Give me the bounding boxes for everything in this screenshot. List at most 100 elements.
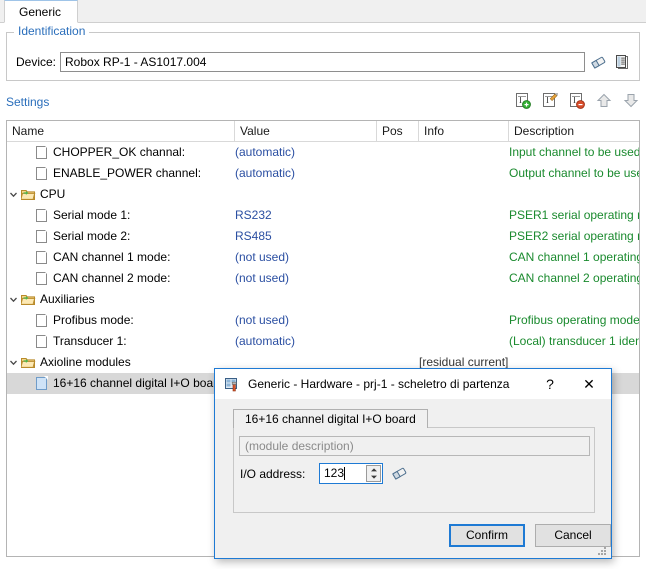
- edit-item-button[interactable]: I: [541, 92, 559, 110]
- cell-description: CAN channel 2 operating ...: [509, 271, 640, 285]
- cell-name: Serial mode 2:: [7, 226, 235, 247]
- table-row[interactable]: CPU: [7, 184, 639, 205]
- row-name-text: Auxiliaries: [40, 292, 95, 306]
- cell-value: (not used): [235, 271, 290, 285]
- device-input[interactable]: Robox RP-1 - AS1017.004: [60, 52, 585, 72]
- io-address-spinner[interactable]: 123: [319, 463, 383, 484]
- cell-info: [419, 289, 509, 310]
- cell-info: [419, 226, 509, 247]
- cell-pos: [377, 247, 419, 268]
- close-icon[interactable]: ✕: [567, 370, 611, 399]
- dialog-help-button[interactable]: ?: [533, 370, 567, 399]
- confirm-button[interactable]: Confirm: [449, 524, 525, 547]
- table-row[interactable]: CAN channel 2 mode: (not used) CAN channel…: [7, 268, 639, 289]
- move-up-button[interactable]: [595, 92, 613, 110]
- document-icon-wrap: [33, 247, 50, 268]
- column-header-name[interactable]: Name: [7, 121, 235, 141]
- cell-value: RS485: [235, 229, 272, 243]
- add-item-button[interactable]: I: [514, 92, 532, 110]
- row-name-text: Transducer 1:: [53, 334, 127, 348]
- table-header: Name Value Pos Info Description: [7, 121, 639, 142]
- table-row[interactable]: Auxiliaries: [7, 289, 639, 310]
- cell-pos: [377, 226, 419, 247]
- column-header-desc[interactable]: Description: [509, 121, 639, 141]
- row-name-text: Axioline modules: [40, 355, 131, 369]
- document-icon-wrap: [33, 268, 50, 289]
- document-icon-wrap: [33, 373, 50, 394]
- document-icon: [36, 271, 48, 285]
- resize-grip[interactable]: [597, 546, 607, 556]
- cell-info: [419, 142, 509, 163]
- table-row[interactable]: ENABLE_POWER channel: (automatic) Output c…: [7, 163, 639, 184]
- table-row[interactable]: CHOPPER_OK channal: (automatic) Input chan…: [7, 142, 639, 163]
- row-name-text: Serial mode 2:: [53, 229, 131, 243]
- dialog-tab-module[interactable]: 16+16 channel digital I+O board: [233, 409, 428, 428]
- tab-generic[interactable]: Generic: [4, 0, 79, 23]
- table-row[interactable]: Profibus mode: (not used) Profibus operati…: [7, 310, 639, 331]
- cell-pos: [377, 163, 419, 184]
- app-window: Generic Identification Device: Robox RP-…: [0, 0, 646, 569]
- column-header-value[interactable]: Value: [235, 121, 377, 141]
- device-label: Device:: [16, 55, 57, 69]
- module-description-placeholder: (module description): [245, 439, 354, 453]
- text-caret: [344, 467, 345, 480]
- document-icon: [36, 145, 48, 159]
- spinner-buttons: [366, 465, 381, 482]
- dialog-title-bar[interactable]: Generic - Hardware - prj-1 - scheletro d…: [215, 369, 611, 399]
- cell-info: [419, 331, 509, 352]
- io-address-value: 123: [324, 466, 345, 480]
- module-description-input[interactable]: (module description): [239, 436, 590, 456]
- chevron-down-icon[interactable]: [7, 352, 20, 373]
- eraser-icon[interactable]: [389, 463, 409, 483]
- document-icon: [36, 229, 48, 243]
- cell-info: [419, 310, 509, 331]
- cell-value: [235, 184, 377, 205]
- cell-pos: [377, 310, 419, 331]
- table-row[interactable]: CAN channel 1 mode: (not used) CAN channel…: [7, 247, 639, 268]
- document-icon: [36, 166, 48, 180]
- move-down-button[interactable]: [622, 92, 640, 110]
- settings-section-label: Settings: [6, 95, 50, 109]
- confirm-button-label: Confirm: [465, 528, 508, 542]
- cell-name: Serial mode 1:: [7, 205, 235, 226]
- remove-item-button[interactable]: I: [568, 92, 586, 110]
- cancel-button[interactable]: Cancel: [535, 524, 611, 547]
- document-icon: [36, 376, 48, 390]
- cell-description: (Local) transducer 1 ident...: [509, 334, 640, 348]
- document-icon-wrap: [33, 205, 50, 226]
- cell-description: [509, 184, 639, 205]
- table-body: CHOPPER_OK channal: (automatic) Input chan…: [7, 142, 639, 394]
- column-header-pos[interactable]: Pos: [377, 121, 419, 141]
- row-name-text: Profibus mode:: [53, 313, 134, 327]
- column-header-info[interactable]: Info: [419, 121, 509, 141]
- spinner-increment-button[interactable]: [367, 466, 380, 474]
- io-address-label: I/O address:: [240, 467, 306, 481]
- document-icon: [36, 313, 48, 327]
- row-name-text: CAN channel 1 mode:: [53, 250, 171, 264]
- cell-description: Output channel to be use...: [509, 166, 640, 180]
- clipboard-list-icon[interactable]: [612, 52, 632, 72]
- table-row[interactable]: Transducer 1: (automatic) (Local) transduc…: [7, 331, 639, 352]
- cell-info: [419, 184, 509, 205]
- folder-icon: [20, 184, 37, 205]
- cell-value: (not used): [235, 250, 290, 264]
- table-row[interactable]: Serial mode 1: RS232 PSER1 serial operatin…: [7, 205, 639, 226]
- row-name-text: CPU: [40, 187, 66, 201]
- document-icon: [36, 250, 48, 264]
- spinner-decrement-button[interactable]: [367, 474, 380, 482]
- cell-name: Profibus mode:: [7, 310, 235, 331]
- cell-name: CHOPPER_OK channal:: [7, 142, 235, 163]
- table-row[interactable]: Serial mode 2: RS485 PSER2 serial operatin…: [7, 226, 639, 247]
- chevron-down-icon[interactable]: [7, 184, 20, 205]
- chevron-down-icon[interactable]: [7, 289, 20, 310]
- document-icon: [36, 208, 48, 222]
- cell-value: RS232: [235, 208, 272, 222]
- row-name-text: ENABLE_POWER channel:: [53, 166, 202, 180]
- dialog-title: Generic - Hardware - prj-1 - scheletro d…: [248, 377, 510, 391]
- cell-pos: [377, 331, 419, 352]
- eraser-icon[interactable]: [588, 52, 608, 72]
